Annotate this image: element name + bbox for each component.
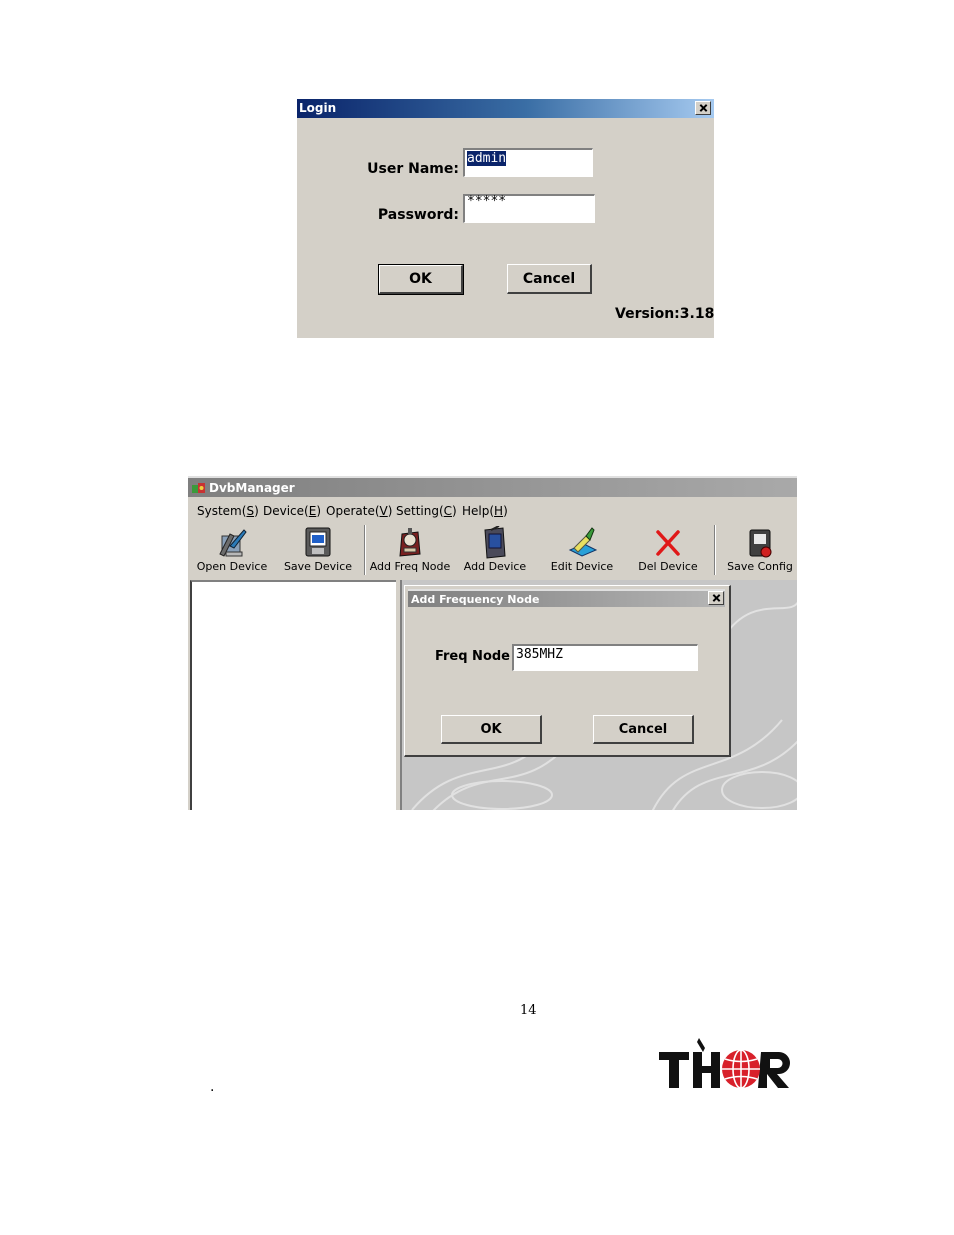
add-device-button[interactable]: Add Device <box>458 523 532 575</box>
username-label: User Name: <box>367 161 459 177</box>
open-device-button[interactable]: Open Device <box>194 523 270 575</box>
freq-dialog-titlebar[interactable]: Add Frequency Node <box>408 589 725 607</box>
cancel-button[interactable]: Cancel <box>507 264 592 294</box>
menu-device[interactable]: Device(E) <box>263 504 321 518</box>
edit-device-button[interactable]: Edit Device <box>544 523 620 575</box>
add-frequency-node-dialog: Add Frequency Node Freq Node 385MHZ OK C… <box>404 585 731 757</box>
open-device-icon <box>219 529 247 557</box>
add-freq-node-icon <box>399 528 421 557</box>
freq-cancel-label: Cancel <box>618 721 668 737</box>
password-label: Password: <box>377 207 459 223</box>
freq-node-input[interactable]: 385MHZ <box>512 644 698 671</box>
close-icon[interactable] <box>695 101 711 115</box>
edit-device-label: Edit Device <box>550 560 614 573</box>
password-field[interactable]: ***** <box>463 194 595 223</box>
password-value: ***** <box>467 194 507 209</box>
toolbar-separator <box>364 525 366 575</box>
del-device-label: Del Device <box>638 560 698 573</box>
del-device-button[interactable]: Del Device <box>630 523 706 575</box>
ok-button[interactable]: OK <box>378 264 464 295</box>
username-field[interactable]: admin <box>463 148 593 177</box>
page-number: 14 <box>520 1003 537 1018</box>
menu-bar: System(S) Device(E) Operate(V) Setting(C… <box>188 500 797 522</box>
username-value: admin <box>467 151 507 166</box>
dvb-title: DvbManager <box>209 481 295 495</box>
app-icon <box>192 483 205 493</box>
toolbar-separator <box>714 525 716 575</box>
menu-setting[interactable]: Setting(C) <box>396 504 457 518</box>
save-config-button[interactable]: Save Config <box>724 523 796 575</box>
version-text: Version:3.18 <box>615 306 715 322</box>
add-device-label: Add Device <box>463 560 527 573</box>
login-title: Login <box>299 101 337 115</box>
freq-ok-label: OK <box>480 721 502 737</box>
login-titlebar[interactable]: Login <box>297 99 714 118</box>
footer-dot: . <box>210 1079 215 1095</box>
del-device-icon <box>656 530 680 556</box>
ok-button-label: OK <box>409 271 432 287</box>
close-icon[interactable] <box>708 591 724 605</box>
add-device-icon <box>484 526 506 559</box>
freq-node-label: Freq Node <box>434 649 510 664</box>
save-device-label: Save Device <box>283 560 353 573</box>
freq-node-value: 385MHZ <box>516 647 563 662</box>
cancel-button-label: Cancel <box>522 270 576 287</box>
login-dialog: Login User Name: admin Password: ***** O… <box>297 99 714 338</box>
freq-cancel-button[interactable]: Cancel <box>593 715 694 744</box>
menu-help[interactable]: Help(H) <box>462 504 508 518</box>
dvb-titlebar[interactable]: DvbManager <box>188 476 797 497</box>
save-device-button[interactable]: Save Device <box>280 523 356 575</box>
thor-logo <box>659 1038 790 1089</box>
open-device-label: Open Device <box>196 560 268 573</box>
add-freq-node-label: Add Freq Node <box>369 560 451 573</box>
edit-device-icon <box>568 527 598 557</box>
menu-system[interactable]: System(S) <box>197 504 259 518</box>
save-device-icon <box>305 527 331 557</box>
freq-ok-button[interactable]: OK <box>441 715 542 744</box>
dvbmanager-window: DvbManager System(S) Device(E) Operate(V… <box>188 476 797 810</box>
save-config-label: Save Config <box>727 560 793 573</box>
freq-dialog-title: Add Frequency Node <box>411 593 540 606</box>
device-tree-pane[interactable] <box>190 580 396 810</box>
add-freq-node-button[interactable]: Add Freq Node <box>368 523 452 575</box>
save-config-icon <box>749 529 772 558</box>
toolbar: Open Device Save Device Add Freq Node Ad… <box>188 523 797 575</box>
menu-operate[interactable]: Operate(V) <box>326 504 392 518</box>
